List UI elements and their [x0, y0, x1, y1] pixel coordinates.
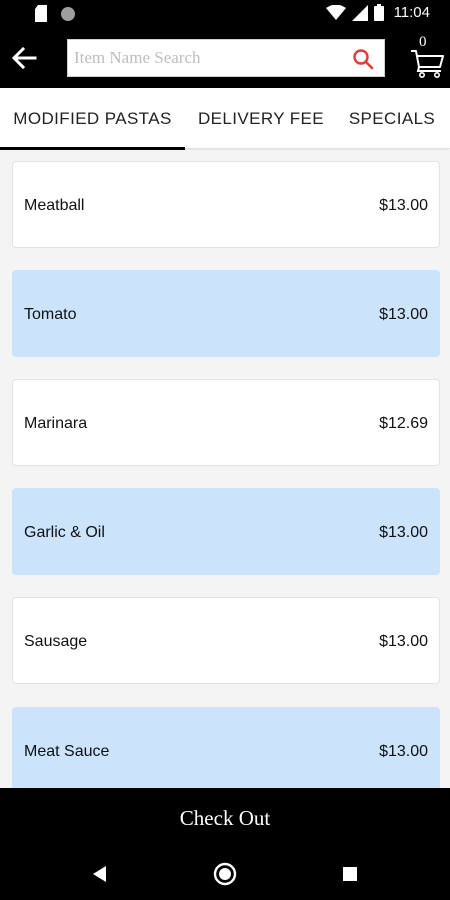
status-time: 11:04: [393, 4, 430, 21]
system-nav-bar: [0, 848, 450, 900]
back-button[interactable]: [8, 40, 40, 76]
item-name: Meatball: [24, 197, 85, 214]
signal-icon: [351, 4, 368, 21]
item-name: Meat Sauce: [24, 743, 110, 760]
sd-card-icon: [35, 5, 47, 22]
item-name: Sausage: [24, 633, 88, 650]
menu-item[interactable]: Meat Sauce $13.00: [12, 707, 440, 788]
checkout-label: Check Out: [179, 805, 271, 830]
item-name: Marinara: [24, 415, 88, 432]
recents-square-icon: [343, 867, 357, 881]
arrow-left-icon: [11, 46, 37, 70]
status-right-icons: 11:04: [325, 4, 430, 21]
tab-delivery-fee[interactable]: DELIVERY FEE: [190, 88, 332, 149]
circle-notification-icon: [61, 6, 75, 21]
back-triangle-icon: [93, 866, 106, 882]
item-price: $13.00: [379, 743, 428, 760]
menu-item[interactable]: Sausage $13.00: [12, 597, 440, 684]
search-input[interactable]: [68, 40, 348, 76]
category-tabs: MODIFIED PASTAS DELIVERY FEE SPECIALS: [0, 88, 450, 150]
nav-back-button[interactable]: [88, 862, 112, 886]
tab-modified-pastas[interactable]: MODIFIED PASTAS: [0, 88, 185, 150]
menu-item[interactable]: Marinara $12.69: [12, 379, 440, 466]
menu-item[interactable]: Meatball $13.00: [12, 161, 440, 248]
search-icon[interactable]: [352, 48, 374, 70]
item-price: $13.00: [379, 524, 428, 541]
item-price: $13.00: [379, 306, 428, 323]
status-left-icons: [34, 5, 76, 22]
item-name: Garlic & Oil: [24, 524, 105, 541]
cart-button[interactable]: 0: [408, 32, 448, 84]
menu-item[interactable]: Garlic & Oil $13.00: [12, 488, 440, 575]
menu-item-list[interactable]: Meatball $13.00 Tomato $13.00 Marinara $…: [0, 150, 450, 788]
item-name: Tomato: [24, 306, 77, 323]
battery-icon: [373, 4, 384, 21]
tab-specials[interactable]: SPECIALS: [338, 88, 446, 149]
item-price: $13.00: [379, 197, 428, 214]
nav-home-button[interactable]: [213, 862, 237, 886]
item-price: $12.69: [379, 415, 428, 432]
wifi-icon: [325, 4, 346, 20]
item-price: $13.00: [379, 633, 428, 650]
cart-icon: [411, 50, 444, 78]
nav-recents-button[interactable]: [338, 862, 362, 886]
app-bar: 0: [0, 28, 450, 88]
status-bar: 11:04: [0, 0, 450, 28]
home-circle-icon: [213, 862, 237, 886]
menu-item[interactable]: Tomato $13.00: [12, 270, 440, 357]
checkout-button[interactable]: Check Out: [0, 788, 450, 848]
search-box: [67, 39, 385, 77]
